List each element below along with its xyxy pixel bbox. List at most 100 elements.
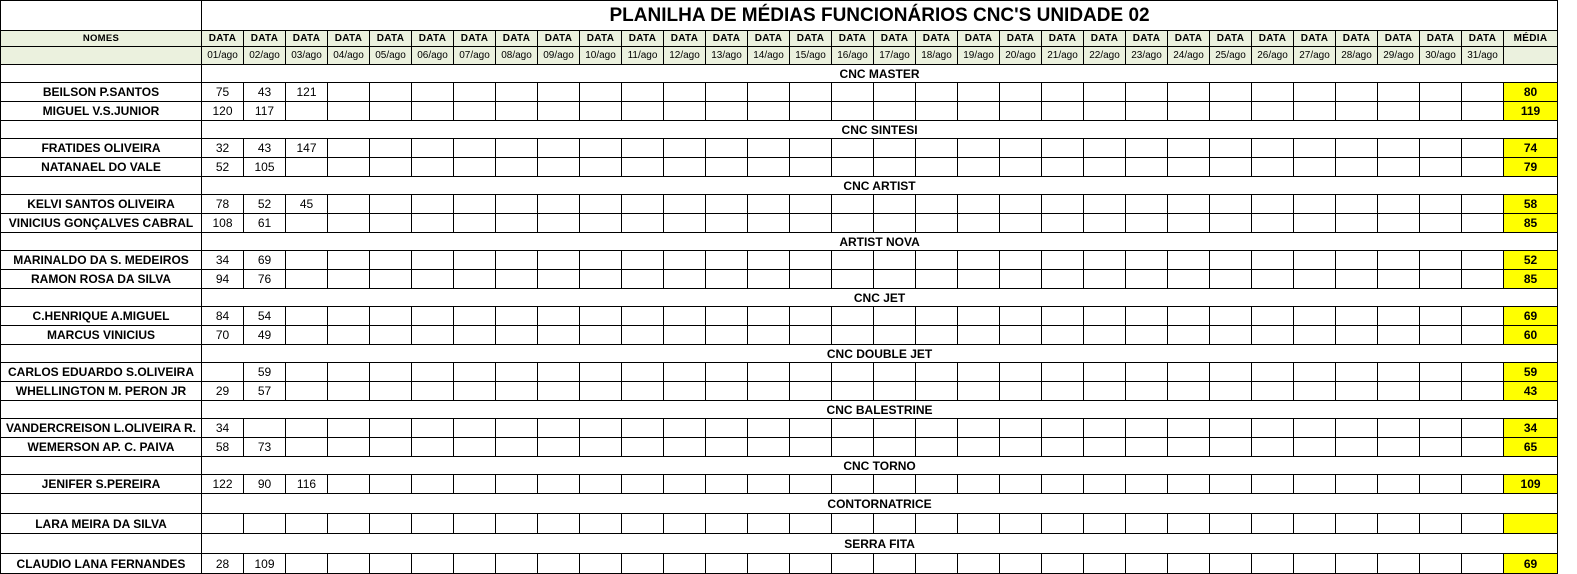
score-cell[interactable] <box>705 138 748 158</box>
employee-name[interactable]: KELVI SANTOS OLIVEIRA <box>0 194 202 214</box>
score-cell[interactable] <box>1335 362 1378 382</box>
date-cell[interactable]: 24/ago <box>1167 46 1210 65</box>
score-cell[interactable] <box>957 513 1000 534</box>
score-cell[interactable] <box>915 474 958 494</box>
employee-name[interactable]: LARA MEIRA DA SILVA <box>0 513 202 534</box>
score-cell[interactable] <box>495 194 538 214</box>
score-cell[interactable] <box>915 269 958 289</box>
score-cell[interactable] <box>1377 381 1420 401</box>
date-cell[interactable]: 01/ago <box>201 46 244 65</box>
score-cell[interactable] <box>789 474 832 494</box>
score-cell[interactable] <box>1377 194 1420 214</box>
score-cell[interactable] <box>789 194 832 214</box>
score-cell[interactable] <box>1293 213 1336 233</box>
score-cell[interactable] <box>873 381 916 401</box>
score-cell[interactable] <box>999 474 1042 494</box>
score-cell[interactable] <box>1125 362 1168 382</box>
score-cell[interactable] <box>453 325 496 345</box>
score-cell[interactable]: 75 <box>201 82 244 102</box>
score-cell[interactable]: 122 <box>201 474 244 494</box>
date-header[interactable]: DATA <box>1041 30 1084 47</box>
score-cell[interactable] <box>705 250 748 270</box>
score-cell[interactable] <box>1041 194 1084 214</box>
score-cell[interactable] <box>873 306 916 326</box>
score-cell[interactable] <box>1461 138 1504 158</box>
score-cell[interactable] <box>747 418 790 438</box>
score-cell[interactable] <box>1419 418 1462 438</box>
average-cell[interactable]: 65 <box>1502 437 1559 457</box>
score-cell[interactable] <box>915 306 958 326</box>
score-cell[interactable] <box>537 381 580 401</box>
score-cell[interactable] <box>789 418 832 438</box>
score-cell[interactable] <box>1083 250 1126 270</box>
score-cell[interactable]: 73 <box>243 437 286 457</box>
score-cell[interactable] <box>747 157 790 177</box>
group-name[interactable]: CNC DOUBLE JET <box>200 344 1559 363</box>
score-cell[interactable] <box>1251 157 1294 177</box>
score-cell[interactable] <box>1167 269 1210 289</box>
group-lead-cell[interactable] <box>0 120 202 139</box>
score-cell[interactable] <box>579 437 622 457</box>
score-cell[interactable] <box>831 157 874 177</box>
score-cell[interactable] <box>1167 437 1210 457</box>
score-cell[interactable] <box>369 250 412 270</box>
score-cell[interactable] <box>873 437 916 457</box>
date-cell[interactable]: 23/ago <box>1125 46 1168 65</box>
score-cell[interactable] <box>747 269 790 289</box>
score-cell[interactable] <box>747 306 790 326</box>
score-cell[interactable] <box>579 269 622 289</box>
score-cell[interactable] <box>327 213 370 233</box>
group-lead-cell[interactable] <box>0 176 202 195</box>
score-cell[interactable] <box>285 325 328 345</box>
score-cell[interactable]: 29 <box>201 381 244 401</box>
date-cell[interactable]: 07/ago <box>453 46 496 65</box>
score-cell[interactable] <box>327 513 370 534</box>
score-cell[interactable] <box>747 213 790 233</box>
date-cell[interactable]: 30/ago <box>1419 46 1462 65</box>
date-header[interactable]: DATA <box>1083 30 1126 47</box>
score-cell[interactable] <box>747 250 790 270</box>
score-cell[interactable] <box>453 513 496 534</box>
score-cell[interactable] <box>1461 101 1504 121</box>
score-cell[interactable] <box>789 250 832 270</box>
score-cell[interactable] <box>705 306 748 326</box>
score-cell[interactable] <box>1125 418 1168 438</box>
average-cell[interactable]: 109 <box>1502 474 1559 494</box>
score-cell[interactable] <box>1335 250 1378 270</box>
score-cell[interactable] <box>285 157 328 177</box>
score-cell[interactable] <box>873 101 916 121</box>
score-cell[interactable] <box>1377 513 1420 534</box>
date-header[interactable]: DATA <box>537 30 580 47</box>
score-cell[interactable] <box>1293 381 1336 401</box>
score-cell[interactable] <box>1041 101 1084 121</box>
score-cell[interactable] <box>327 474 370 494</box>
score-cell[interactable] <box>411 437 454 457</box>
score-cell[interactable] <box>579 194 622 214</box>
score-cell[interactable] <box>915 82 958 102</box>
score-cell[interactable] <box>453 250 496 270</box>
score-cell[interactable] <box>1293 418 1336 438</box>
score-cell[interactable] <box>663 362 706 382</box>
score-cell[interactable] <box>705 437 748 457</box>
score-cell[interactable] <box>537 513 580 534</box>
score-cell[interactable] <box>873 82 916 102</box>
score-cell[interactable] <box>1377 213 1420 233</box>
score-cell[interactable] <box>453 381 496 401</box>
score-cell[interactable] <box>285 101 328 121</box>
score-cell[interactable] <box>789 157 832 177</box>
score-cell[interactable] <box>915 418 958 438</box>
score-cell[interactable] <box>1377 82 1420 102</box>
date-cell[interactable]: 09/ago <box>537 46 580 65</box>
date-header[interactable]: DATA <box>1125 30 1168 47</box>
score-cell[interactable] <box>663 418 706 438</box>
score-cell[interactable] <box>705 213 748 233</box>
score-cell[interactable] <box>747 474 790 494</box>
score-cell[interactable] <box>453 269 496 289</box>
score-cell[interactable] <box>495 82 538 102</box>
score-cell[interactable] <box>1461 269 1504 289</box>
score-cell[interactable]: 52 <box>243 194 286 214</box>
score-cell[interactable] <box>1209 325 1252 345</box>
score-cell[interactable] <box>957 362 1000 382</box>
score-cell[interactable] <box>1041 437 1084 457</box>
score-cell[interactable] <box>1377 101 1420 121</box>
